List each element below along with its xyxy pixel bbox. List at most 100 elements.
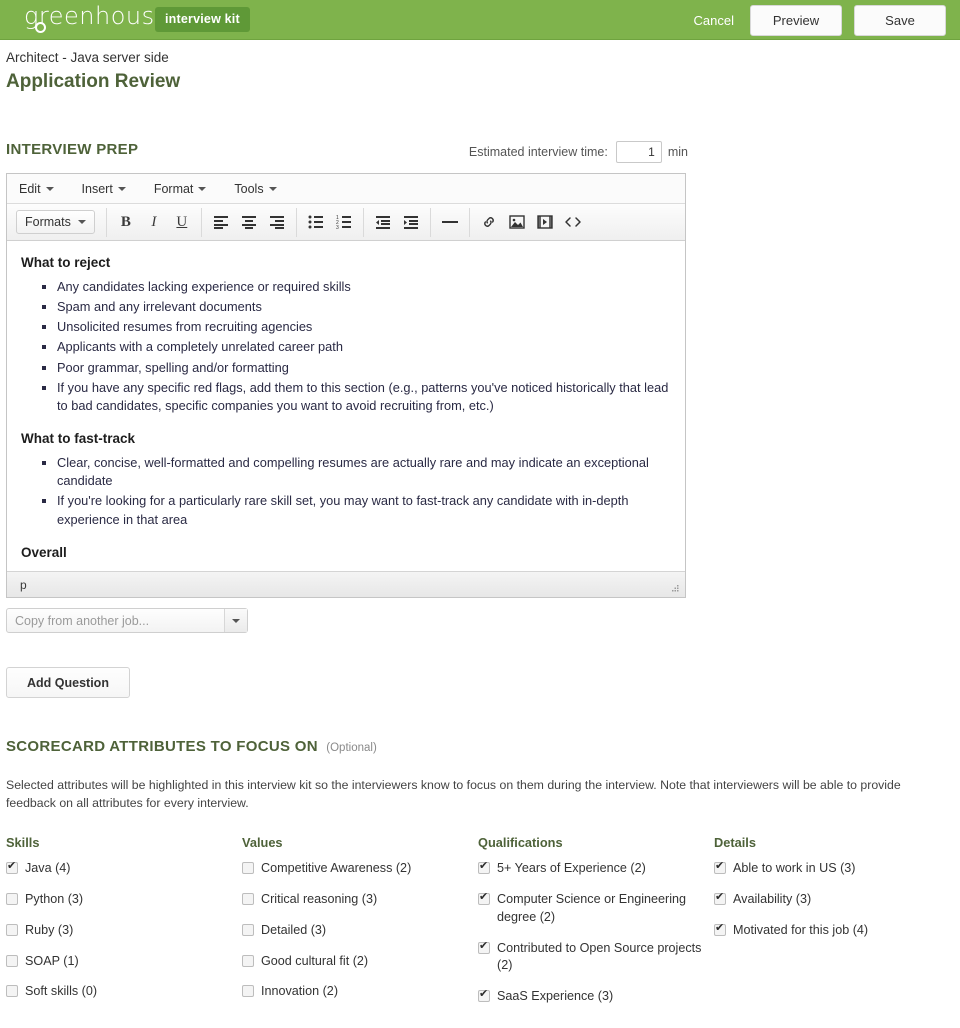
indent-icon[interactable] xyxy=(397,209,425,236)
toolbar-group-hr xyxy=(431,207,470,237)
menu-edit[interactable]: Edit xyxy=(19,182,54,196)
checkbox-icon[interactable] xyxy=(478,939,490,954)
cancel-button[interactable]: Cancel xyxy=(690,7,738,34)
checkbox-icon[interactable] xyxy=(478,987,490,1003)
checkbox-icon[interactable] xyxy=(242,954,254,967)
attribute-row[interactable]: Competitive Awareness (2) xyxy=(242,860,478,878)
attribute-row[interactable]: Availability (3) xyxy=(714,890,950,909)
scorecard-column-values: Values Competitive Awareness (2) Critica… xyxy=(242,835,478,1019)
save-button[interactable]: Save xyxy=(854,5,946,36)
media-icon[interactable] xyxy=(531,209,559,236)
align-center-icon[interactable] xyxy=(235,209,263,236)
link-icon[interactable] xyxy=(475,209,503,236)
bold-icon[interactable]: B xyxy=(112,209,140,236)
copy-from-job-select[interactable]: Copy from another job... xyxy=(6,608,248,633)
editor-content-area[interactable]: What to reject Any candidates lacking ex… xyxy=(7,241,685,571)
list-item: Applicants with a completely unrelated c… xyxy=(57,338,669,356)
horizontal-rule-icon[interactable] xyxy=(436,209,464,236)
checkbox-icon[interactable] xyxy=(478,859,490,874)
checkbox-icon[interactable] xyxy=(714,921,726,936)
attribute-label: Contributed to Open Source projects (2) xyxy=(497,940,702,973)
checkbox-icon[interactable] xyxy=(6,985,18,998)
logo-circle-icon xyxy=(35,22,46,33)
menu-format[interactable]: Format xyxy=(154,182,207,196)
bullet-list-icon[interactable] xyxy=(302,209,330,236)
menu-edit-label: Edit xyxy=(19,181,41,196)
attribute-row[interactable]: Soft skills (0) xyxy=(6,983,242,1001)
attribute-row[interactable]: SaaS Experience (3) xyxy=(478,987,714,1006)
checkbox-icon[interactable] xyxy=(6,892,18,905)
attribute-label: Python (3) xyxy=(25,891,84,906)
checkbox-icon[interactable] xyxy=(6,859,18,874)
rich-text-editor: Edit Insert Format Tools Formats B I U 1… xyxy=(6,173,686,598)
scorecard-description: Selected attributes will be highlighted … xyxy=(6,778,901,811)
interview-kit-badge: interview kit xyxy=(155,7,250,32)
toolbar-group-lists: 1 2 3 xyxy=(297,207,364,237)
attribute-row[interactable]: Contributed to Open Source projects (2) xyxy=(478,939,714,976)
attribute-row[interactable]: Motivated for this job (4) xyxy=(714,921,950,940)
content-list-reject: Any candidates lacking experience or req… xyxy=(21,278,669,415)
attribute-label: Innovation (2) xyxy=(261,984,339,999)
add-question-button[interactable]: Add Question xyxy=(6,667,130,698)
attribute-row[interactable]: Python (3) xyxy=(6,891,242,909)
align-left-icon[interactable] xyxy=(207,209,235,236)
checkbox-icon[interactable] xyxy=(478,890,490,905)
numbered-list-icon[interactable]: 1 2 3 xyxy=(330,209,358,236)
toolbar-group-style: B I U xyxy=(107,207,202,237)
list-item: If you have any specific red flags, add … xyxy=(57,379,669,415)
preview-button[interactable]: Preview xyxy=(750,5,842,36)
attribute-label: Good cultural fit (2) xyxy=(261,953,369,968)
attribute-row[interactable]: SOAP (1) xyxy=(6,953,242,971)
list-item: Clear, concise, well-formatted and compe… xyxy=(57,454,669,490)
attribute-row[interactable]: Ruby (3) xyxy=(6,922,242,940)
breadcrumb[interactable]: Architect - Java server side xyxy=(6,50,960,65)
column-heading: Skills xyxy=(6,834,40,850)
element-path[interactable]: p xyxy=(20,578,27,592)
outdent-icon[interactable] xyxy=(369,209,397,236)
svg-text:3: 3 xyxy=(336,225,339,229)
attribute-row[interactable]: 5+ Years of Experience (2) xyxy=(478,859,714,878)
attribute-label: Able to work in US (3) xyxy=(733,860,856,875)
chevron-down-icon xyxy=(268,186,277,191)
italic-icon[interactable]: I xyxy=(140,209,168,236)
content-heading-fasttrack: What to fast-track xyxy=(21,431,136,447)
resize-handle-icon[interactable] xyxy=(669,583,680,594)
underline-icon[interactable]: U xyxy=(168,209,196,236)
chevron-down-icon[interactable] xyxy=(224,609,247,632)
align-right-icon[interactable] xyxy=(263,209,291,236)
menu-insert[interactable]: Insert xyxy=(82,182,126,196)
scorecard-title: SCORECARD ATTRIBUTES TO FOCUS ON xyxy=(6,738,318,755)
attribute-label: Competitive Awareness (2) xyxy=(261,860,412,875)
formats-dropdown[interactable]: Formats xyxy=(16,210,95,234)
checkbox-icon[interactable] xyxy=(242,923,254,936)
image-icon[interactable] xyxy=(503,209,531,236)
attribute-row[interactable]: Computer Science or Engineering degree (… xyxy=(478,890,714,927)
checkbox-icon[interactable] xyxy=(6,954,18,967)
chevron-down-icon xyxy=(45,186,54,191)
checkbox-icon[interactable] xyxy=(714,859,726,874)
scorecard-optional-tag: (Optional) xyxy=(326,742,377,754)
attribute-label: Critical reasoning (3) xyxy=(261,891,378,906)
checkbox-icon[interactable] xyxy=(242,861,254,874)
attribute-row[interactable]: Java (4) xyxy=(6,859,242,878)
attribute-row[interactable]: Able to work in US (3) xyxy=(714,859,950,878)
top-navigation-bar: greenhouse interview kit Cancel Preview … xyxy=(0,0,960,40)
chevron-down-icon xyxy=(77,220,86,224)
estimated-time-input[interactable] xyxy=(615,141,662,163)
checkbox-icon[interactable] xyxy=(6,923,18,936)
attribute-row[interactable]: Detailed (3) xyxy=(242,922,478,940)
source-code-icon[interactable] xyxy=(559,209,587,236)
attribute-row[interactable]: Innovation (2) xyxy=(242,983,478,1001)
attribute-row[interactable]: Good cultural fit (2) xyxy=(242,953,478,971)
greenhouse-logo[interactable]: greenhouse xyxy=(24,2,170,33)
attribute-row[interactable]: Critical reasoning (3) xyxy=(242,891,478,909)
checkbox-icon[interactable] xyxy=(242,985,254,998)
toolbar-group-indent xyxy=(364,207,431,237)
attribute-label: SOAP (1) xyxy=(25,953,79,968)
checkbox-icon[interactable] xyxy=(242,892,254,905)
menu-tools[interactable]: Tools xyxy=(234,182,277,196)
checkbox-icon[interactable] xyxy=(714,890,726,905)
estimated-time-group: Estimated interview time: min xyxy=(469,141,688,163)
list-item: If you're looking for a particularly rar… xyxy=(57,492,669,528)
formats-label: Formats xyxy=(25,215,71,229)
